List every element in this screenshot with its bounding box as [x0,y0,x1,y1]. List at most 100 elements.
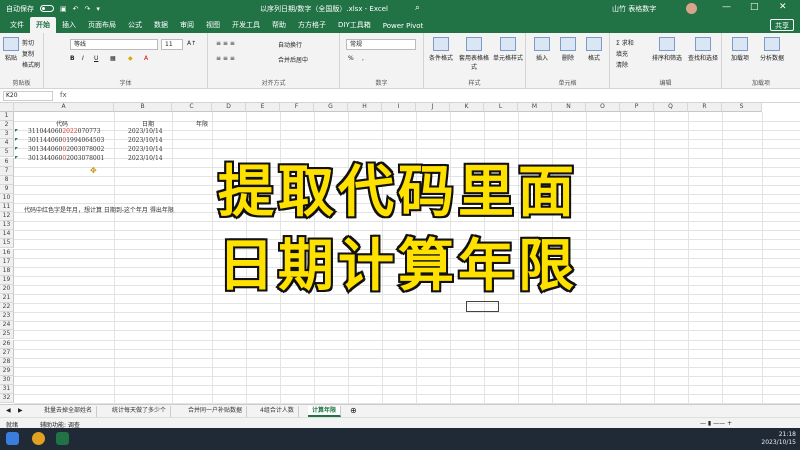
sheet-tab[interactable]: 统计每天做了多少个 [108,406,172,417]
column-header[interactable]: F [280,103,314,112]
formula-input[interactable] [74,91,794,102]
find-select-button[interactable]: 查找和选择 [686,37,720,62]
row-header[interactable]: 15 [0,239,14,249]
date-cell[interactable]: 2023/10/14 [128,137,163,144]
date-cell[interactable]: 2023/10/14 [128,128,163,135]
row-header[interactable]: 14 [0,230,14,240]
row-header[interactable]: 10 [0,193,14,203]
column-header[interactable]: G [314,103,348,112]
tab-9[interactable]: 帮助 [266,20,292,33]
column-header[interactable]: K [450,103,484,112]
row-header[interactable]: 21 [0,294,14,304]
row-header[interactable]: 9 [0,184,14,194]
code-cell[interactable]: 30134406002003078002 [28,146,104,153]
autosum-button[interactable]: Σ 求和 [616,38,634,47]
row-header[interactable]: 22 [0,303,14,313]
column-header[interactable]: A [14,103,114,112]
row-header[interactable]: 3 [0,130,14,140]
zoom-slider[interactable]: — ▮ —— + [700,420,732,427]
sheet-tab[interactable]: 批量去掉全部姓名 [40,406,98,417]
code-cell[interactable]: 3110440602022070773 [28,128,101,135]
tab-12[interactable]: Power Pivot [377,22,430,33]
tab-7[interactable]: 视图 [200,20,226,33]
row-header[interactable]: 27 [0,348,14,358]
column-header[interactable]: O [586,103,620,112]
row-header[interactable]: 28 [0,357,14,367]
next-sheet-icon[interactable]: ▶ [18,407,23,414]
column-header[interactable]: L [484,103,518,112]
clear-button[interactable]: 清除 [616,60,628,69]
tab-11[interactable]: DIY工具箱 [332,20,377,33]
sort-filter-button[interactable]: 排序和筛选 [650,37,684,62]
fx-icon[interactable]: fx [60,91,67,99]
column-header[interactable]: H [348,103,382,112]
grow-font-icon[interactable]: A↑ [187,40,196,47]
close-button[interactable]: ✕ [779,2,787,12]
code-cell[interactable]: 30114406001994064503 [28,137,104,144]
align-left-icon[interactable]: ≡ ≡ ≡ [216,55,235,62]
row-header[interactable]: 20 [0,284,14,294]
windows-start-icon[interactable] [6,432,19,445]
restore-button[interactable]: □ [750,2,759,12]
column-header[interactable]: J [416,103,450,112]
tab-3[interactable]: 页面布局 [82,20,122,33]
save-icon[interactable]: ▣ [60,5,67,13]
cell-styles-button[interactable]: 单元格样式 [492,37,524,62]
tab-8[interactable]: 开发工具 [226,20,266,33]
row-header[interactable]: 1 [0,112,14,122]
redo-icon[interactable]: ↷ [85,5,91,13]
row-header[interactable]: 29 [0,366,14,376]
bold-button[interactable]: B [70,55,75,62]
paste-button[interactable]: 粘贴 [3,37,19,62]
undo-icon[interactable]: ↶ [73,5,79,13]
sheet-tab[interactable]: 合并同一户补贴数据 [184,406,248,417]
minimize-button[interactable]: — [722,2,731,12]
format-painter-button[interactable]: 格式刷 [22,60,40,69]
tab-2[interactable]: 插入 [56,20,82,33]
excel-taskbar-icon[interactable] [56,432,69,445]
row-header[interactable]: 26 [0,339,14,349]
customize-icon[interactable]: ▾ [96,5,100,13]
row-header[interactable]: 6 [0,157,14,167]
underline-button[interactable]: U [94,55,98,62]
comma-icon[interactable]: , [362,55,364,62]
date-cell[interactable]: 2023/10/14 [128,155,163,162]
tab-6[interactable]: 审阅 [174,20,200,33]
analyze-data-button[interactable]: 分析数据 [758,37,786,62]
column-header[interactable]: D [212,103,246,112]
row-header[interactable]: 19 [0,275,14,285]
font-size-select[interactable]: 11 [161,39,183,50]
column-header[interactable]: S [722,103,762,112]
addins-button[interactable]: 加载项 [726,37,754,62]
tab-4[interactable]: 公式 [122,20,148,33]
copy-button[interactable]: 复制 [22,49,34,58]
row-header[interactable]: 30 [0,375,14,385]
format-cells-button[interactable]: 格式 [582,37,606,62]
tab-1[interactable]: 开始 [30,17,56,33]
code-cell[interactable]: 30134406002003078001 [28,155,104,162]
row-header[interactable]: 16 [0,248,14,258]
header-code[interactable]: 代码 [56,119,68,128]
search-icon[interactable]: ⌕ [415,3,429,14]
column-header[interactable]: B [114,103,172,112]
column-header[interactable]: R [688,103,722,112]
font-name-select[interactable]: 等线 [70,39,158,50]
tab-10[interactable]: 方方格子 [292,20,332,33]
select-all-corner[interactable] [0,103,14,112]
conditional-format-button[interactable]: 条件格式 [426,37,456,62]
column-header[interactable]: P [620,103,654,112]
selected-cell-k20[interactable] [466,301,499,312]
font-color-icon[interactable]: A [144,55,148,62]
row-header[interactable]: 13 [0,221,14,231]
header-date[interactable]: 日期 [142,119,154,128]
row-header[interactable]: 31 [0,385,14,395]
tab-0[interactable]: 文件 [4,20,30,33]
chrome-icon[interactable] [32,432,45,445]
row-header[interactable]: 24 [0,321,14,331]
autosave-toggle[interactable] [40,5,54,12]
format-as-table-button[interactable]: 套用表格格式 [458,37,490,71]
fill-color-icon[interactable]: ◆ [128,55,133,62]
row-header[interactable]: 7 [0,166,14,176]
row-header[interactable]: 23 [0,312,14,322]
row-header[interactable]: 2 [0,121,14,131]
